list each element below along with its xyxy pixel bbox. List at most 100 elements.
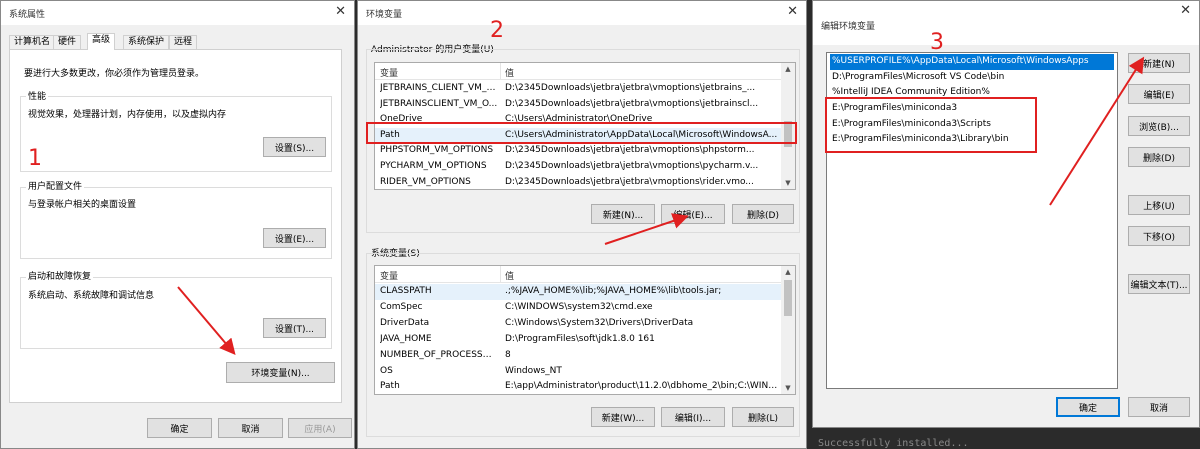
delete-button[interactable]: 删除(D) <box>1128 147 1190 167</box>
close-icon[interactable]: ✕ <box>335 4 346 19</box>
edit-text-button[interactable]: 编辑文本(T)... <box>1128 274 1190 294</box>
table-row[interactable]: ComSpec C:\WINDOWS\system32\cmd.exe <box>375 300 781 316</box>
terminal-text: Successfully installed... <box>818 438 969 449</box>
table-row[interactable]: Path E:\app\Administrator\product\11.2.0\… <box>375 379 781 394</box>
column-value[interactable]: 值 <box>505 66 514 79</box>
list-header: 变量 值 <box>375 63 781 80</box>
row-name: PHPSTORM_VM_OPTIONS <box>380 145 494 156</box>
row-value: .;%JAVA_HOME%\lib;%JAVA_HOME%\lib\tools.… <box>505 286 722 296</box>
close-icon[interactable]: ✕ <box>787 4 798 19</box>
system-properties-window: 系统属性 ✕ 计算机名 硬件 高级 系统保护 远程 要进行大多数更改，你必须作为… <box>0 0 355 449</box>
title-bar: 系统属性 ✕ <box>1 1 354 25</box>
column-variable[interactable]: 变量 <box>380 269 398 282</box>
path-row-highlight <box>366 122 797 144</box>
vertical-scrollbar[interactable]: ▲ ▼ <box>781 266 795 394</box>
table-row[interactable]: PYCHARM_VM_OPTIONS D:\2345Downloads\jetbr… <box>375 159 781 175</box>
row-value: D:\2345Downloads\jetbra\jetbra\vmoptions… <box>505 161 759 171</box>
path-entry-selected[interactable]: %USERPROFILE%\AppData\Local\Microsoft\Wi… <box>830 54 1114 70</box>
table-row[interactable]: JAVA_HOME D:\ProgramFiles\soft\jdk1.8.0 1… <box>375 332 781 348</box>
new-button[interactable]: 新建(N) <box>1128 53 1190 73</box>
row-name: JAVA_HOME <box>380 334 432 344</box>
admin-note: 要进行大多数更改，你必须作为管理员登录。 <box>24 69 205 79</box>
user-profile-desc: 与登录帐户相关的桌面设置 <box>28 200 137 210</box>
table-row[interactable]: NUMBER_OF_PROCESSORS 8 <box>375 348 781 364</box>
row-name: RIDER_VM_OPTIONS <box>380 176 471 187</box>
tab-system-protection[interactable]: 系统保护 <box>123 35 170 49</box>
system-edit-button[interactable]: 编辑(I)... <box>661 407 725 427</box>
column-variable[interactable]: 变量 <box>380 66 398 79</box>
row-value: C:\Windows\System32\Drivers\DriverData <box>505 318 694 328</box>
environment-variables-button[interactable]: 环境变量(N)... <box>226 362 335 383</box>
close-icon[interactable]: ✕ <box>1180 3 1191 18</box>
row-value: C:\WINDOWS\system32\cmd.exe <box>505 302 653 312</box>
apply-button[interactable]: 应用(A) <box>288 418 352 438</box>
table-row[interactable]: DriverData C:\Windows\System32\Drivers\Dr… <box>375 316 781 332</box>
system-variables-list: 变量 值 CLASSPATH .;%JAVA_HOME%\lib;%JAVA_HO… <box>374 265 796 395</box>
row-name: OS <box>380 366 393 376</box>
edit-environment-variable-window: 编辑环境变量 ✕ %USERPROFILE%\AppData\Local\Mic… <box>812 0 1200 428</box>
row-name: CLASSPATH <box>380 286 432 296</box>
row-name: JETBRAINSCLIENT_VM_O... <box>380 98 498 109</box>
performance-title: 性能 <box>26 89 49 102</box>
browse-button[interactable]: 浏览(B)... <box>1128 116 1190 136</box>
edit-button[interactable]: 编辑(E) <box>1128 84 1190 104</box>
table-row[interactable]: JETBRAINSCLIENT_VM_O... D:\2345Downloads\… <box>375 97 781 113</box>
row-value: D:\2345Downloads\jetbra\jetbra\vmoptions… <box>505 98 759 109</box>
profile-settings-button[interactable]: 设置(E)... <box>263 228 326 248</box>
path-entry[interactable]: D:\ProgramFiles\Microsoft VS Code\bin <box>830 70 1114 86</box>
window-title: 系统属性 <box>9 10 46 20</box>
environment-variables-window: 环境变量 ✕ Administrator 的用户变量(U) 变量 值 JETBR… <box>357 0 807 449</box>
ok-button[interactable]: 确定 <box>147 418 212 438</box>
user-edit-button[interactable]: 编辑(E)... <box>661 204 725 224</box>
scroll-down-icon[interactable]: ▼ <box>781 382 795 394</box>
startup-settings-button[interactable]: 设置(T)... <box>263 318 326 338</box>
startup-recovery-desc: 系统启动、系统故障和调试信息 <box>28 291 155 301</box>
table-row[interactable]: PHPSTORM_VM_OPTIONS D:\2345Downloads\jetb… <box>375 143 781 159</box>
title-bar: 编辑环境变量 ✕ <box>813 1 1199 45</box>
move-up-button[interactable]: 上移(U) <box>1128 195 1190 215</box>
list-header: 变量 值 <box>375 266 781 283</box>
row-value: D:\2345Downloads\jetbra\jetbra\vmoptions… <box>505 145 755 156</box>
scroll-up-icon[interactable]: ▲ <box>781 63 795 75</box>
move-down-button[interactable]: 下移(O) <box>1128 226 1190 246</box>
miniconda-entries-highlight <box>825 97 1037 153</box>
row-name: PYCHARM_VM_OPTIONS <box>380 161 487 171</box>
performance-settings-button[interactable]: 设置(S)... <box>263 137 326 157</box>
row-value: E:\app\Administrator\product\11.2.0\dbho… <box>505 381 779 391</box>
cancel-button[interactable]: 取消 <box>1128 397 1190 417</box>
window-title: 编辑环境变量 <box>821 22 876 32</box>
scroll-down-icon[interactable]: ▼ <box>781 177 795 189</box>
row-value: D:\ProgramFiles\soft\jdk1.8.0 161 <box>505 334 655 344</box>
scroll-up-icon[interactable]: ▲ <box>781 266 795 278</box>
annotation-number-3: 3 <box>930 30 944 55</box>
startup-recovery-title: 启动和故障恢复 <box>26 269 94 282</box>
tab-hardware[interactable]: 硬件 <box>53 35 82 49</box>
tab-remote[interactable]: 远程 <box>169 35 198 49</box>
system-new-button[interactable]: 新建(W)... <box>591 407 655 427</box>
table-row[interactable]: JETBRAINS_CLIENT_VM_O... D:\2345Downloads… <box>375 81 781 97</box>
title-bar: 环境变量 ✕ <box>358 1 806 25</box>
row-name: JETBRAINS_CLIENT_VM_O... <box>380 83 498 93</box>
cancel-button[interactable]: 取消 <box>218 418 283 438</box>
ok-button[interactable]: 确定 <box>1056 397 1120 417</box>
row-value: 8 <box>505 350 511 360</box>
window-title: 环境变量 <box>366 10 403 20</box>
column-value[interactable]: 值 <box>505 269 514 282</box>
tab-advanced[interactable]: 高级 <box>87 33 116 50</box>
row-name: DriverData <box>380 318 430 328</box>
scroll-thumb[interactable] <box>784 280 792 316</box>
row-value: Windows_NT <box>505 366 562 376</box>
system-delete-button[interactable]: 删除(L) <box>732 407 794 427</box>
tab-computer-name[interactable]: 计算机名 <box>9 35 56 49</box>
table-row[interactable]: RIDER_VM_OPTIONS D:\2345Downloads\jetbra\… <box>375 175 781 189</box>
row-name: Path <box>380 381 400 391</box>
user-new-button[interactable]: 新建(N)... <box>591 204 655 224</box>
row-name: NUMBER_OF_PROCESSORS <box>380 350 498 360</box>
user-delete-button[interactable]: 删除(D) <box>732 204 794 224</box>
table-row[interactable]: CLASSPATH .;%JAVA_HOME%\lib;%JAVA_HOME%\l… <box>375 284 781 300</box>
row-name: ComSpec <box>380 302 423 312</box>
row-value: D:\2345Downloads\jetbra\jetbra\vmoptions… <box>505 83 756 93</box>
annotation-number-2: 2 <box>490 18 504 43</box>
table-row[interactable]: OS Windows_NT <box>375 364 781 380</box>
user-profile-title: 用户配置文件 <box>26 179 85 192</box>
